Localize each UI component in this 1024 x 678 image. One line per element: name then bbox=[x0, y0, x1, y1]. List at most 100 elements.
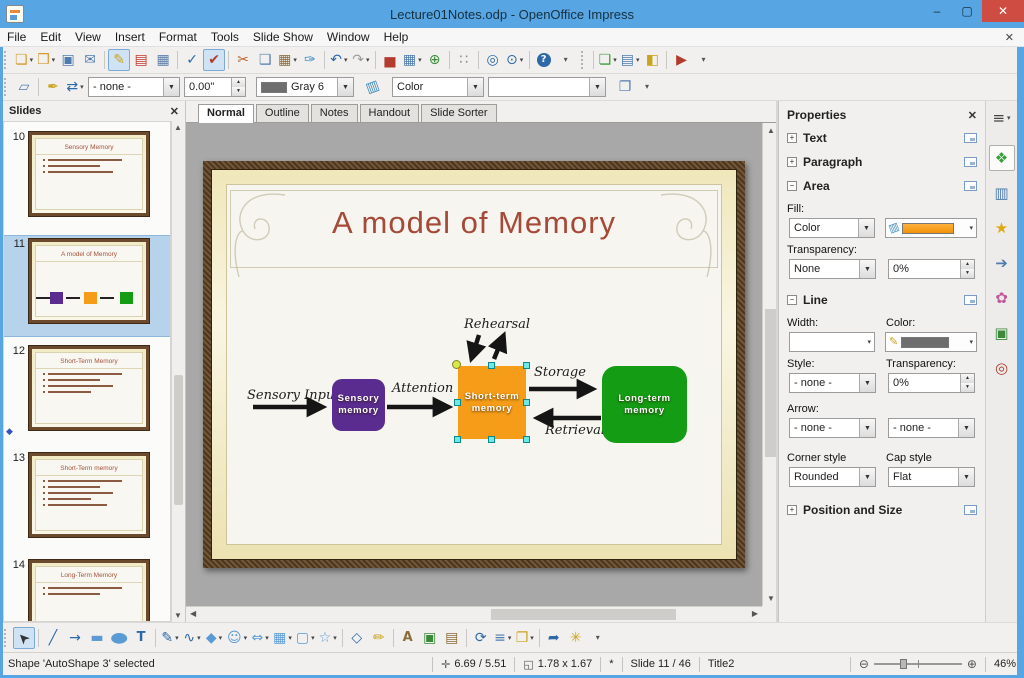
arrow-end-select[interactable]: - none - ▼ bbox=[888, 418, 975, 438]
chevron-down-icon[interactable]: ▾ bbox=[969, 338, 973, 346]
text-icon[interactable]: T bbox=[130, 627, 152, 649]
menu-window[interactable]: Window bbox=[320, 28, 377, 46]
line-color-button[interactable]: ✎ ▾ bbox=[885, 332, 977, 352]
export-pdf-icon[interactable]: ▤ bbox=[130, 49, 152, 71]
toolbar-grip[interactable] bbox=[4, 78, 9, 96]
navigator-icon[interactable]: ◎ bbox=[482, 49, 504, 71]
label-attention[interactable]: Attention bbox=[392, 381, 453, 396]
gluepoints-icon[interactable]: ✏ bbox=[368, 627, 390, 649]
spin-down-icon[interactable]: ▼ bbox=[961, 269, 974, 278]
table-icon[interactable]: ▦ ▾ bbox=[401, 49, 424, 71]
selection-handle[interactable] bbox=[523, 436, 530, 443]
fill-color-button[interactable]: ▥ ▾ bbox=[885, 218, 977, 238]
dropdown-arrow-icon[interactable]: ▾ bbox=[344, 56, 348, 64]
label-rehearsal[interactable]: Rehearsal bbox=[464, 317, 530, 332]
scroll-down-icon[interactable]: ▼ bbox=[174, 611, 182, 620]
chevron-down-icon[interactable]: ▼ bbox=[958, 468, 974, 486]
expand-icon[interactable]: + bbox=[787, 505, 797, 515]
dropdown-arrow-icon[interactable]: ▾ bbox=[52, 56, 56, 64]
dialog-launcher-icon[interactable] bbox=[964, 505, 977, 515]
zoom-slider[interactable] bbox=[873, 659, 962, 669]
toolbar-grip[interactable] bbox=[4, 51, 9, 69]
tab-outline[interactable]: Outline bbox=[255, 104, 309, 122]
alignment-icon[interactable]: ≡ ▾ bbox=[492, 627, 514, 649]
menu-file[interactable]: File bbox=[0, 28, 33, 46]
line-dialog-icon[interactable]: ✒ bbox=[42, 76, 64, 98]
dropdown-arrow-icon[interactable]: ▾ bbox=[288, 634, 292, 642]
rotation-handle[interactable] bbox=[452, 360, 461, 369]
chevron-down-icon[interactable]: ▼ bbox=[589, 78, 605, 96]
transparency-type-select[interactable]: None ▼ bbox=[789, 259, 876, 279]
fill-type-select[interactable]: Color ▼ bbox=[789, 218, 875, 238]
spin-up-icon[interactable]: ▲ bbox=[232, 78, 245, 87]
dropdown-arrow-icon[interactable]: ▾ bbox=[30, 56, 34, 64]
spellcheck-icon[interactable]: ✓ bbox=[181, 49, 203, 71]
tab-styles-formatting[interactable]: ✿ bbox=[989, 285, 1015, 311]
line-transparency-spinner[interactable]: 0% ▲ ▼ bbox=[888, 373, 975, 393]
section-position-size[interactable]: + Position and Size bbox=[787, 499, 977, 521]
dropdown-arrow-icon[interactable]: ▾ bbox=[293, 56, 297, 64]
cut-icon[interactable]: ✂ bbox=[232, 49, 254, 71]
slide-layout-icon[interactable]: ▤ ▾ bbox=[619, 49, 642, 71]
tab-slide-transition[interactable]: ➔ bbox=[989, 250, 1015, 276]
dropdown-arrow-icon[interactable]: ▾ bbox=[520, 56, 524, 64]
menu-edit[interactable]: Edit bbox=[33, 28, 68, 46]
close-icon[interactable]: ✕ bbox=[170, 105, 179, 118]
menu-tools[interactable]: Tools bbox=[204, 28, 246, 46]
chevron-down-icon[interactable]: ▼ bbox=[859, 374, 875, 392]
section-paragraph[interactable]: + Paragraph bbox=[787, 151, 977, 173]
toolbar-grip[interactable] bbox=[4, 628, 9, 647]
tab-master-pages[interactable]: ▥ bbox=[989, 180, 1015, 206]
block-arrows-icon[interactable]: ⇔ ▾ bbox=[249, 627, 271, 649]
zoom-in-icon[interactable]: ⊕ bbox=[967, 657, 977, 671]
transparency-spinner[interactable]: 0% ▲ ▼ bbox=[888, 259, 975, 279]
dropdown-arrow-icon[interactable]: ▾ bbox=[418, 56, 422, 64]
chevron-down-icon[interactable]: ▼ bbox=[858, 219, 874, 237]
box-sensory-memory[interactable]: Sensory memory bbox=[332, 379, 385, 431]
dropdown-arrow-icon[interactable]: ▾ bbox=[613, 56, 617, 64]
sidebar-menu-icon[interactable]: ≡ ▾ bbox=[989, 105, 1015, 131]
scroll-right-icon[interactable]: ▶ bbox=[752, 609, 758, 618]
dropdown-arrow-icon[interactable]: ▾ bbox=[636, 56, 640, 64]
line-width-select[interactable]: ▾ bbox=[789, 332, 875, 352]
slide-design-icon[interactable]: ◧ bbox=[641, 49, 663, 71]
clone-formatting-icon[interactable]: ✑ bbox=[299, 49, 321, 71]
slide-thumbnail-12[interactable]: 12 Short-Term Memory ◆ bbox=[4, 343, 170, 443]
chevron-down-icon[interactable]: ▼ bbox=[859, 260, 875, 278]
line-arrow-icon[interactable]: → bbox=[64, 627, 86, 649]
edit-mode-icon[interactable]: ✎ bbox=[108, 49, 131, 71]
spin-down-icon[interactable]: ▼ bbox=[232, 87, 245, 96]
toolbar-overflow-icon[interactable]: ▾ bbox=[587, 627, 609, 649]
chevron-down-icon[interactable]: ▼ bbox=[337, 78, 353, 96]
tab-properties[interactable]: ❖ bbox=[988, 145, 1015, 171]
scroll-up-icon[interactable]: ▲ bbox=[767, 126, 775, 135]
minimize-button[interactable]: – bbox=[922, 0, 952, 22]
toolbar-grip[interactable] bbox=[580, 51, 586, 69]
fill-type-select[interactable]: Color ▼ bbox=[392, 77, 484, 97]
horizontal-scrollbar[interactable]: ◀ ▶ bbox=[186, 606, 762, 622]
dropdown-arrow-icon[interactable]: ▾ bbox=[508, 634, 512, 642]
fill-color-select[interactable]: ▼ bbox=[488, 77, 606, 97]
edit-points-icon[interactable]: ▱ bbox=[13, 76, 35, 98]
grid-icon[interactable]: ∷ bbox=[453, 49, 475, 71]
close-icon[interactable]: ✕ bbox=[968, 109, 977, 122]
slide-thumbnail-14[interactable]: 14 Long-Term Memory bbox=[4, 557, 170, 621]
new-icon[interactable]: ❏ ▾ bbox=[13, 49, 35, 71]
ellipse-icon[interactable]: ● bbox=[108, 627, 130, 649]
slide-show-icon[interactable]: ▶ bbox=[670, 49, 692, 71]
tab-custom-animation[interactable]: ★ bbox=[989, 215, 1015, 241]
spin-up-icon[interactable]: ▲ bbox=[961, 374, 974, 383]
curve-icon[interactable]: ✎ ▾ bbox=[159, 627, 181, 649]
maximize-button[interactable]: ▢ bbox=[952, 0, 982, 22]
select-icon[interactable]: ➤ bbox=[13, 626, 35, 649]
slide-canvas[interactable]: A model of Memory Sensory Input Attentio… bbox=[203, 161, 745, 568]
toolbar-overflow-icon[interactable]: ▾ bbox=[555, 49, 577, 71]
box-short-term-memory[interactable]: Short-term memory bbox=[452, 360, 530, 443]
paste-icon[interactable]: ▦ ▾ bbox=[276, 49, 299, 71]
toolbar-overflow-icon[interactable]: ▾ bbox=[636, 76, 658, 98]
dropdown-arrow-icon[interactable]: ▾ bbox=[175, 634, 179, 642]
autospellcheck-icon[interactable]: ✔ bbox=[203, 49, 226, 71]
slide-thumbnail[interactable]: Short-Term Memory bbox=[28, 345, 150, 431]
hyperlink-icon[interactable]: ⊕ bbox=[424, 49, 446, 71]
line-color-select[interactable]: Gray 6 ▼ bbox=[256, 77, 354, 97]
